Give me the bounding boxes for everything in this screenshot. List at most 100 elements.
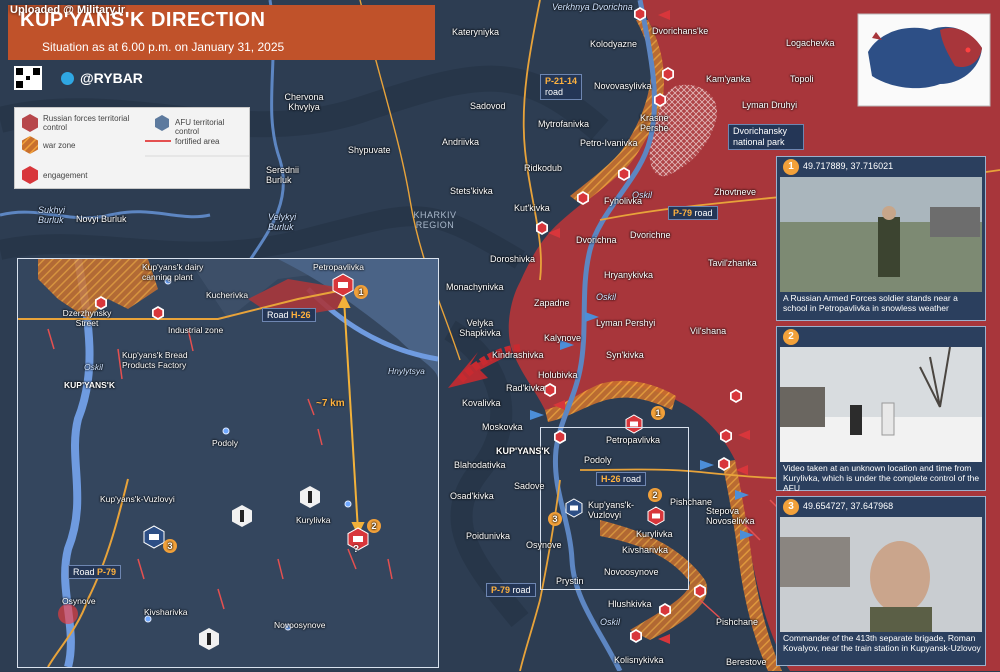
place-kateryniyka: Kateryniyka — [452, 27, 500, 37]
inset-kupyansk: KUP'YANS'K — [64, 380, 115, 390]
photo-3-caption: Commander of the 413th separate brigade,… — [783, 633, 981, 653]
place-zapadne: Zapadne — [534, 298, 570, 308]
place-sadove: Sadove — [514, 481, 545, 491]
place-logachevka: Logachevka — [786, 38, 835, 48]
photo-panel-1[interactable]: 1 49.717889, 37.716021 A Russian Armed F… — [776, 156, 986, 321]
inset-dzerzhynsky: Dzerzhynsky Street — [62, 308, 112, 328]
marker-1[interactable]: 1 — [651, 406, 665, 420]
inset-dairy: Kup'yans'k dairy canning plant — [142, 262, 204, 282]
inset-osynove-blast — [58, 604, 78, 624]
photo-3-number: 3 — [783, 499, 799, 515]
telegram-icon — [61, 72, 74, 85]
region-label: KHARKIV REGION — [413, 210, 457, 230]
place-vilshana: Vil'shana — [690, 326, 727, 336]
place-tavilzhanka: Tavil'zhanka — [708, 258, 757, 268]
place-kupyansk: KUP'YANS'K — [496, 446, 550, 456]
photo-panel-2[interactable]: 2 Video taken at an unknown location and… — [776, 326, 986, 493]
place-hlushkivka: Hlushkivka — [608, 599, 652, 609]
photo-2-caption: Video taken at an unknown location and t… — [783, 463, 980, 493]
inset-bread: Kup'yans'k Bread Products Factory — [122, 350, 188, 370]
road-p21-word: road — [545, 87, 564, 97]
photo-2-number: 2 — [783, 329, 799, 345]
inset-camera-3 — [143, 525, 165, 549]
inset-osynove: Osynove — [62, 596, 96, 606]
inset-kivsharivka: Kivsharivka — [144, 607, 188, 617]
inset-road-p79-label: Road P-79 — [68, 565, 122, 579]
afu-hex-icon — [155, 115, 169, 131]
photo-1-image — [780, 177, 982, 292]
brand-handle: @RYBAR — [80, 70, 143, 86]
legend-engagement: engagement — [43, 171, 88, 180]
place-monachynivka: Monachynivka — [446, 282, 504, 292]
place-dvorichanske: Dvorichans'ke — [652, 26, 709, 36]
place-petropavlivka: Petropavlivka — [606, 435, 661, 445]
place-seredni-burluk: Serednii Burluk — [266, 165, 300, 185]
road-p79-label: P-79 road — [668, 206, 718, 220]
minimap — [857, 13, 991, 107]
place-petro-ivanivka: Petro-Ivanivka — [580, 138, 638, 148]
place-topoli: Topoli — [790, 74, 814, 84]
road-h26-label: H-26 road — [596, 472, 647, 486]
war-zone-hex-icon — [22, 136, 38, 154]
inset-distance-label: ~7 km — [316, 398, 345, 409]
place-ridkodub: Ridkodub — [524, 163, 563, 173]
place-kamyanka: Kam'yanka — [706, 74, 751, 84]
place-kolodyazne: Kolodyazne — [590, 39, 638, 49]
river-oskil-2: Oskil — [596, 292, 616, 302]
road-h26-word: road — [623, 474, 642, 484]
place-novovasylivka: Novovasylivka — [594, 81, 652, 91]
place-andriivka: Andriivka — [442, 137, 480, 147]
inset-marker-3[interactable]: 3 — [163, 539, 177, 553]
inset-road-p79-word: Road — [73, 567, 95, 577]
place-stepova-novoselivka: Stepova Novoselivka — [706, 506, 755, 526]
russian-hex-icon — [22, 114, 38, 132]
place-pishchane-2: Pishchane — [716, 617, 759, 627]
page-title: KUP'YANS'K DIRECTION — [20, 9, 266, 31]
place-holubivka: Holubivka — [538, 370, 578, 380]
inset-kucherivka: Kucherivka — [206, 290, 249, 300]
road-p79-number: P-79 — [673, 208, 693, 218]
place-hryanykivka: Hryanykivka — [604, 270, 654, 280]
inset-unknown-mark: ? — [353, 544, 360, 555]
inset-road-h26-word: Road — [267, 310, 289, 320]
qr-code-icon — [14, 66, 42, 90]
photo-3-coord: 49.654727, 37.647968 — [803, 501, 894, 511]
road-p21-label: P-21-14 road — [540, 74, 583, 100]
inset-hnylytsya: Hnylytsya — [388, 366, 425, 376]
photo-2-image — [780, 347, 982, 462]
place-lyman-druhyi: Lyman Druhyi — [742, 100, 798, 110]
road-p21-number: P-21-14 — [545, 76, 578, 86]
place-blahodativka: Blahodativka — [454, 460, 506, 470]
photo-1-caption: A Russian Armed Forces soldier stands ne… — [783, 293, 958, 313]
place-krasne-pershe: Krasne Pershe — [640, 113, 669, 133]
place-kurylivka: Kurylivka — [636, 529, 673, 539]
river-verkhnya-dvorichna: Verkhnya Dvorichna — [552, 2, 633, 12]
place-osynove: Osynove — [526, 540, 562, 550]
marker-3[interactable]: 3 — [548, 512, 562, 526]
marker-2[interactable]: 2 — [648, 488, 662, 502]
place-sadovod: Sadovod — [470, 101, 506, 111]
inset-petropavlivka: Petropavlivka — [313, 262, 365, 272]
photo-1-coord: 49.717889, 37.716021 — [803, 161, 894, 171]
place-dvorichna: Dvorichna — [576, 235, 617, 245]
place-fyholivka: Fyholivka — [604, 196, 643, 206]
legend-fortified: fortified area — [175, 137, 220, 146]
page-subtitle: Situation as at 6.00 p.m. on January 31,… — [42, 40, 285, 54]
inset-marker-1[interactable]: 1 — [354, 285, 368, 299]
place-novoosynove: Novoosynove — [604, 567, 659, 577]
place-kivsharivka: Kivsharivka — [622, 545, 669, 555]
place-podoly: Podoly — [584, 455, 612, 465]
inset-industrial: Industrial zone — [168, 325, 224, 335]
photo-panel-3[interactable]: 3 49.654727, 37.647968 Commander of the … — [776, 496, 986, 666]
place-synkivka: Syn'kivka — [606, 350, 644, 360]
legend-war-zone: war zone — [43, 141, 76, 150]
inset-road-p79-number: P-79 — [97, 567, 117, 577]
road-h26-number: H-26 — [601, 474, 621, 484]
legend: Russian forces territorial control AFU t… — [14, 107, 250, 189]
river-velykyi-burluk: Velykyi Burluk — [268, 212, 297, 232]
place-kovalivka: Kovalivka — [462, 398, 501, 408]
place-kalynove: Kalynove — [544, 333, 582, 343]
place-mytrofanivka: Mytrofanivka — [538, 119, 590, 129]
inset-marker-2[interactable]: 2 — [367, 519, 381, 533]
inset-road-h26-number: H-26 — [291, 310, 311, 320]
